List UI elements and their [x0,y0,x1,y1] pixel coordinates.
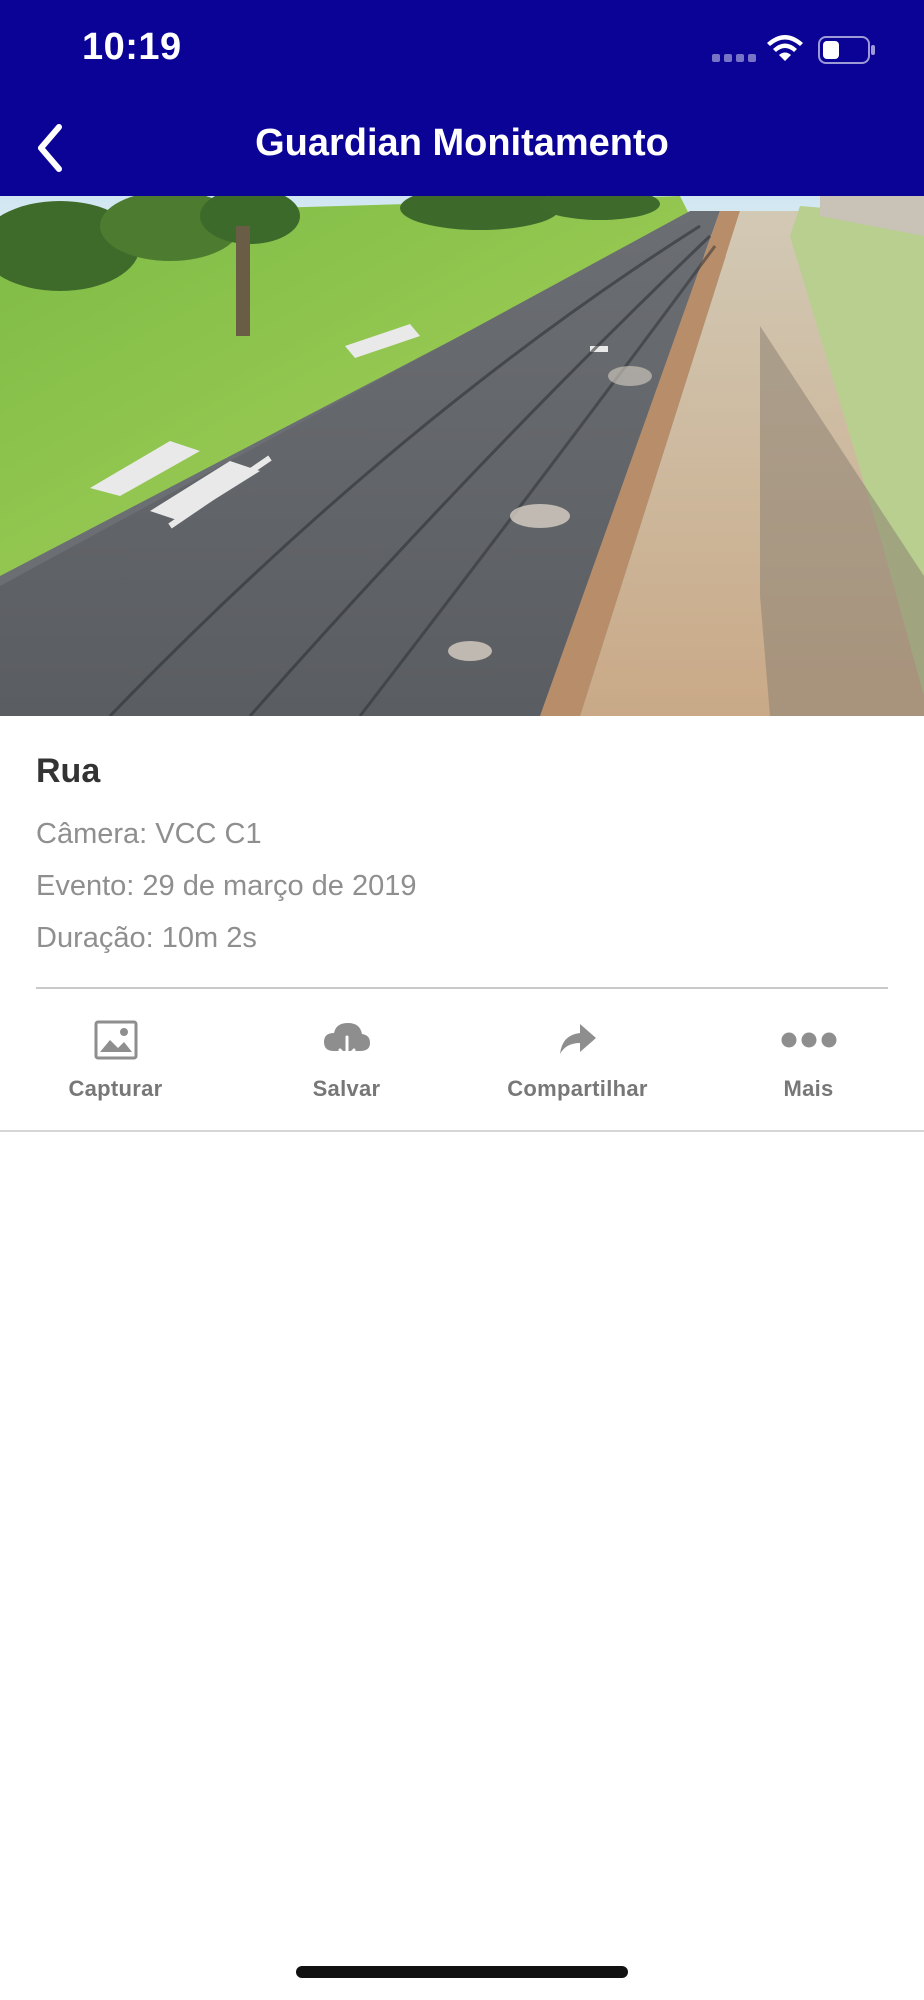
page-title: Guardian Monitamento [255,122,669,164]
event-duration: Duração: 10m 2s [36,922,257,954]
more-icon [781,1012,837,1068]
app-header: 10:19 Guardian Monitamento [0,0,924,196]
event-title: Rua [36,752,101,790]
event-info: Rua Câmera: VCC C1 Evento: 29 de março d… [36,752,888,960]
camera-feed-image [0,196,924,716]
back-button[interactable] [20,116,80,180]
action-bar: Capturar Salvar Compartilhar Mais [0,996,924,1130]
save-label: Salvar [312,1076,381,1101]
more-button[interactable]: Mais [693,996,924,1130]
camera-label: Câmera: VCC C1 [36,818,262,850]
image-icon [88,1012,144,1068]
video-player[interactable] [0,196,924,716]
divider [0,1130,924,1132]
battery-icon [818,36,875,64]
status-time: 10:19 [82,26,182,68]
divider [36,987,888,989]
share-label: Compartilhar [507,1076,648,1101]
capture-label: Capturar [68,1076,163,1101]
cloud-download-icon [319,1012,375,1068]
home-indicator[interactable] [296,1966,628,1978]
chevron-left-icon [38,124,62,172]
share-button[interactable]: Compartilhar [462,996,693,1130]
event-date: Evento: 29 de março de 2019 [36,870,417,902]
signal-icon [712,54,756,64]
wifi-icon [767,35,803,61]
capture-button[interactable]: Capturar [0,996,231,1130]
share-icon [550,1012,606,1068]
more-label: Mais [783,1076,834,1101]
save-button[interactable]: Salvar [231,996,462,1130]
